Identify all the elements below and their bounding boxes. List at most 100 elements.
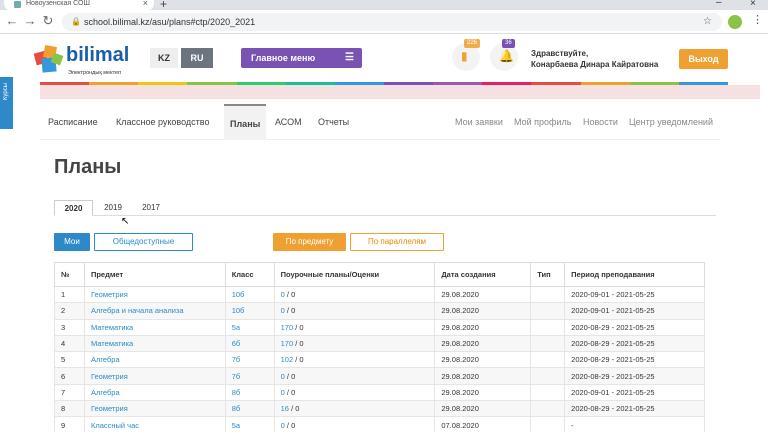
bookmark-star-icon[interactable]: ☆: [703, 13, 712, 31]
tab-year-2019[interactable]: 2019: [96, 200, 130, 216]
mine-filter-button[interactable]: Мои: [54, 233, 90, 251]
plans-count-link[interactable]: 0: [281, 372, 285, 381]
class-link[interactable]: 7б: [232, 355, 240, 364]
subnav-my-requests[interactable]: Мои заявки: [455, 104, 503, 140]
window-close-icon[interactable]: ×: [750, 0, 756, 9]
date-created: 29.08.2020: [434, 351, 532, 369]
table-row: 3 Математика 5а 170 / 0 29.08.2020 2020-08-29…: [54, 318, 705, 336]
greeting-line: Здравствуйте,: [531, 49, 589, 58]
plans-count-link[interactable]: 16: [281, 404, 289, 413]
extension-avatar-icon[interactable]: [728, 15, 742, 29]
browser-tab[interactable]: Новоузенская СОШ ×: [4, 0, 154, 10]
public-filter-button[interactable]: Общедоступные: [94, 233, 193, 251]
class-link[interactable]: 7б: [232, 372, 240, 381]
plan-type: [530, 416, 566, 432]
by-parallel-button[interactable]: По параллелям: [350, 233, 444, 251]
forward-icon[interactable]: →: [22, 13, 38, 28]
document-icon: ▮: [461, 49, 468, 63]
class-link[interactable]: 8б: [232, 404, 240, 413]
class-link[interactable]: 5а: [232, 323, 240, 332]
teaching-period: 2020-09-01 - 2021-05-25: [564, 383, 705, 402]
courses-side-tab[interactable]: Курсы: [0, 77, 13, 129]
subnav-reports[interactable]: Отчеты: [318, 104, 349, 140]
bilimal-logo-icon[interactable]: [32, 42, 66, 76]
class-link[interactable]: 5а: [232, 421, 240, 430]
table-row: 1 Геометрия 10б 0 / 0 29.08.2020 2020-09-01 -…: [54, 285, 705, 304]
back-icon[interactable]: ←: [4, 13, 20, 28]
subnav-notification-center[interactable]: Центр уведомлений: [629, 104, 713, 140]
plans-count-link[interactable]: 0: [281, 306, 285, 315]
minimize-icon[interactable]: –: [716, 0, 722, 8]
subject-link[interactable]: Геометрия: [91, 290, 128, 299]
subnav-news[interactable]: Новости: [583, 104, 618, 140]
date-created: 07.08.2020: [434, 416, 532, 432]
courses-side-tab-label: Курсы: [3, 83, 9, 101]
plan-type: [530, 318, 566, 336]
col-period: Период преподавания: [564, 262, 705, 287]
class-link[interactable]: 8б: [232, 388, 240, 397]
url-input[interactable]: 🔒 school.bilimal.kz/asu/plans#ctp/2020_2…: [62, 13, 722, 31]
reload-icon[interactable]: ↻: [40, 13, 56, 29]
header-band: [40, 85, 760, 99]
plans-count-link[interactable]: 170: [281, 339, 294, 348]
browser-tabbar: Новоузенская СОШ × + – ×: [0, 0, 768, 11]
lang-ru-button[interactable]: RU: [181, 48, 213, 68]
plans-count-link[interactable]: 0: [281, 290, 285, 299]
plans-count-link[interactable]: 170: [281, 323, 294, 332]
table-row: 7 Алгебра 8б 0 / 0 29.08.2020 2020-09-01 - 20…: [54, 383, 705, 402]
tab-year-2017[interactable]: 2017: [134, 200, 168, 216]
favicon-icon: [14, 1, 21, 8]
subnav-plans[interactable]: Планы: [224, 104, 267, 140]
row-number: 6: [54, 367, 85, 385]
subject-link[interactable]: Алгебра: [91, 388, 120, 397]
plans-count-link[interactable]: 0: [281, 388, 285, 397]
date-created: 29.08.2020: [434, 383, 532, 402]
subject-link[interactable]: Геометрия: [91, 404, 128, 413]
browser-menu-icon[interactable]: ⋮: [752, 13, 763, 26]
close-tab-icon[interactable]: ×: [143, 0, 148, 8]
class-link[interactable]: 10б: [232, 306, 245, 315]
class-link[interactable]: 6б: [232, 339, 240, 348]
subnav-my-profile[interactable]: Мой профиль: [514, 104, 571, 140]
grades-count: / 0: [286, 306, 296, 316]
subject-link[interactable]: Математика: [91, 323, 133, 332]
documents-notification[interactable]: ▮ 226: [452, 39, 481, 71]
col-class: Класс: [224, 262, 275, 287]
subject-link[interactable]: Алгебра и начала анализа: [91, 306, 184, 315]
plan-type: [530, 334, 566, 353]
teaching-period: 2020-08-29 - 2021-05-25: [564, 367, 705, 385]
plans-count-link[interactable]: 0: [281, 421, 285, 430]
tab-year-2020[interactable]: 2020: [54, 200, 93, 216]
subnav-schedule[interactable]: Расписание: [48, 104, 98, 140]
class-link[interactable]: 10б: [232, 290, 245, 299]
subject-link[interactable]: Геометрия: [91, 372, 128, 381]
logo-subtitle: Электрондық мектеп: [68, 70, 122, 76]
plan-type: [530, 383, 566, 402]
date-created: 29.08.2020: [434, 400, 532, 418]
table-row: 9 Классный час 5а 0 / 0 07.08.2020 -: [54, 416, 705, 432]
address-bar-row: ← → ↻ 🔒 school.bilimal.kz/asu/plans#ctp/…: [0, 10, 768, 34]
grades-count: / 0: [295, 322, 304, 332]
table-header-row: № Предмет Класс Поурочные планы/Оценки Д…: [54, 262, 705, 287]
by-subject-button[interactable]: По предмету: [273, 233, 346, 251]
subject-link[interactable]: Классный час: [91, 421, 139, 430]
col-number: №: [54, 262, 85, 287]
sub-navigation: Расписание Классное руководство Планы АС…: [40, 104, 720, 140]
date-created: 29.08.2020: [434, 318, 532, 336]
bell-notification[interactable]: 🔔 36: [490, 39, 518, 71]
subnav-class-management[interactable]: Классное руководство: [116, 104, 209, 140]
lang-kz-button[interactable]: KZ: [150, 48, 178, 68]
plan-type: [530, 367, 566, 385]
plans-table: № Предмет Класс Поурочные планы/Оценки Д…: [54, 262, 705, 432]
table-row: 5 Алгебра 7б 102 / 0 29.08.2020 2020-08-29 - …: [54, 351, 705, 369]
main-menu-button[interactable]: Главное меню ☰: [241, 48, 362, 68]
subject-link[interactable]: Алгебра: [91, 355, 120, 364]
logout-button[interactable]: Выход: [679, 49, 728, 69]
row-number: 8: [54, 400, 85, 418]
subnav-asom[interactable]: АСОМ: [275, 104, 302, 140]
plan-type: [530, 302, 566, 320]
subject-link[interactable]: Математика: [91, 339, 133, 348]
row-number: 9: [54, 416, 85, 432]
main-menu-label: Главное меню: [251, 53, 316, 63]
plans-count-link[interactable]: 102: [281, 355, 294, 364]
